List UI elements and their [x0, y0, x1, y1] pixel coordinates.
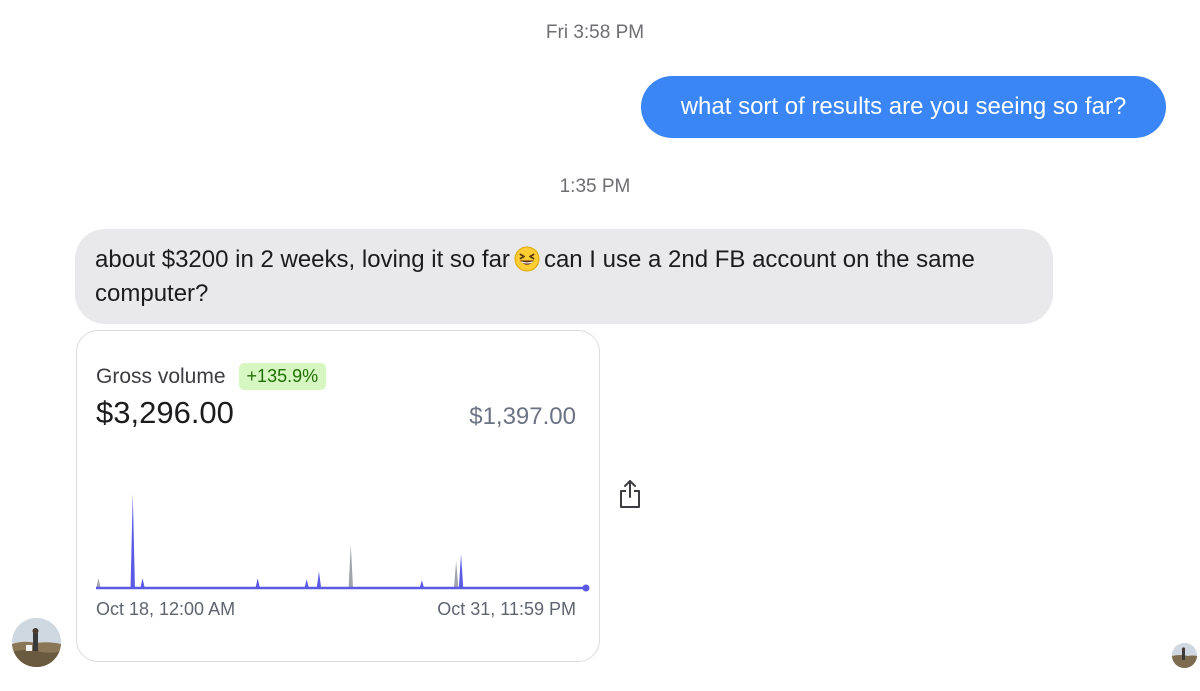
current-series-spike	[140, 578, 145, 588]
previous-series-spike	[348, 544, 353, 588]
current-series-spike	[130, 493, 135, 588]
timestamp: 1:35 PM	[559, 176, 631, 197]
card-title: Gross volume	[96, 364, 226, 388]
gross-volume-chart	[96, 493, 590, 592]
avatar-photo	[12, 618, 61, 667]
comparison-amount: $1,397.00	[469, 403, 576, 430]
current-series-spike	[458, 554, 464, 588]
current-series-end-point	[582, 584, 590, 592]
avatar[interactable]	[12, 618, 61, 667]
avatar[interactable]	[1172, 643, 1197, 668]
change-badge: +135.9%	[238, 363, 327, 390]
outgoing-message-text: what sort of results are you seeing so f…	[680, 93, 1127, 120]
gross-volume-card[interactable]: Gross volume +135.9% $3,296.00 $1,397.00…	[76, 330, 600, 662]
grinning-squinting-face-emoji	[514, 246, 540, 272]
previous-series-spike	[453, 560, 459, 588]
gross-volume-amount: $3,296.00	[96, 395, 234, 430]
outgoing-message-bubble[interactable]: what sort of results are you seeing so f…	[641, 76, 1166, 138]
current-series-spike	[316, 571, 322, 588]
timestamp: Fri 3:58 PM	[545, 22, 645, 43]
avatar-photo	[1172, 643, 1197, 668]
previous-series-spike	[96, 578, 101, 588]
share-icon[interactable]	[618, 478, 642, 510]
current-series-spike	[304, 579, 309, 588]
card-header: Gross volume +135.9%	[96, 363, 327, 390]
current-series-spike	[255, 578, 260, 588]
incoming-message-bubble[interactable]: about $3200 in 2 weeks, loving it so far…	[75, 229, 1053, 324]
date-range-end: Oct 31, 11:59 PM	[437, 599, 576, 619]
date-range-start: Oct 18, 12:00 AM	[96, 599, 236, 619]
incoming-message-text-1: about $3200 in 2 weeks, loving it so far	[95, 246, 510, 273]
